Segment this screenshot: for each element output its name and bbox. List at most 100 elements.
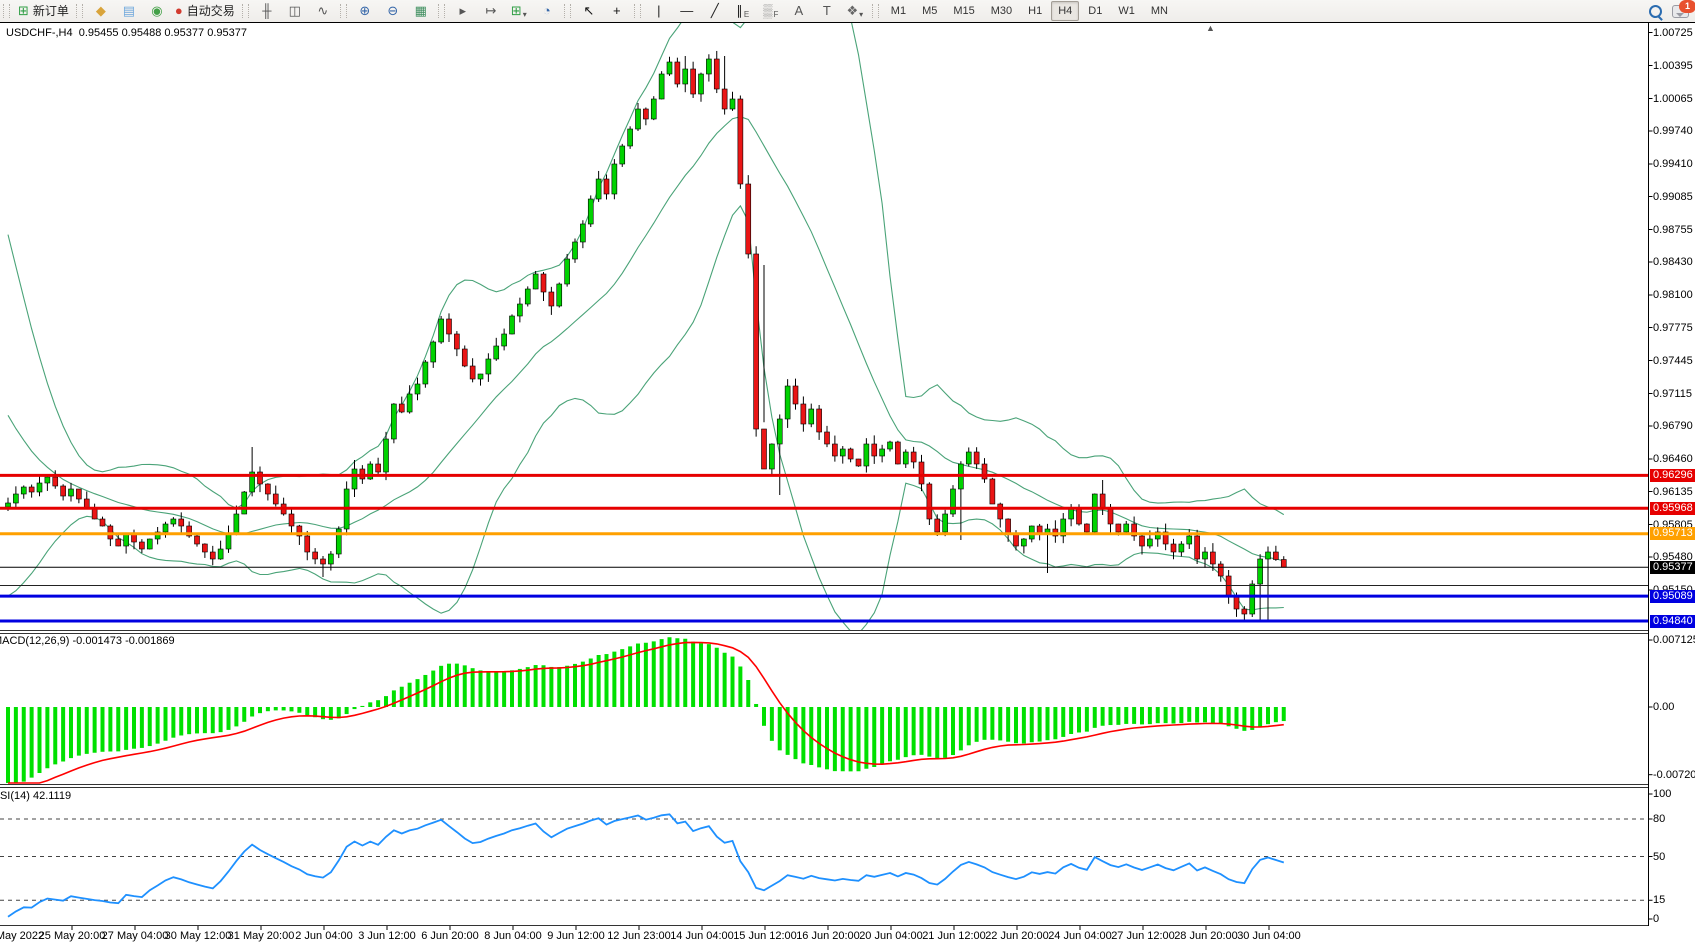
candle-body [1195, 536, 1200, 559]
equidistant-channel-icon[interactable]: ∥E [730, 1, 756, 21]
candle-body [990, 479, 995, 504]
toolbar-group-grip [3, 4, 10, 18]
new-order-button[interactable]: ⊞新订单 [15, 1, 72, 21]
fibonacci-icon[interactable]: ▒F [758, 1, 784, 21]
candle-body [1273, 552, 1278, 560]
candle-body [714, 59, 719, 89]
zoom-out-icon[interactable]: ⊖ [380, 1, 406, 21]
candle-body [391, 404, 396, 439]
timeframe-h1[interactable]: H1 [1021, 1, 1049, 21]
new-order-icon: ⊞ [18, 2, 29, 20]
candle-body [470, 366, 475, 379]
timeframe-m5[interactable]: M5 [915, 1, 944, 21]
period-clock-icon[interactable]: ◔ [534, 1, 560, 21]
candle-body [1006, 519, 1011, 534]
candlestick-chart-icon[interactable]: ◫ [282, 1, 308, 21]
candle-body [218, 549, 223, 559]
candle-body [1179, 544, 1184, 552]
auto-scroll-icon[interactable]: ▸ [450, 1, 476, 21]
timeframe-d1[interactable]: D1 [1081, 1, 1109, 21]
candle-body [730, 99, 735, 109]
crosshair-icon[interactable]: + [604, 1, 630, 21]
candle-body [683, 69, 688, 84]
publisher-icon: ▤ [123, 2, 135, 20]
candle-body [415, 384, 420, 394]
candle-body [21, 487, 26, 494]
time-label: 8 Jun 04:00 [484, 930, 542, 942]
price-tick: 1.00395 [1653, 60, 1693, 72]
notifications-button[interactable]: 1 [1672, 5, 1689, 18]
candle-body [171, 519, 176, 524]
text-label-icon: T [823, 2, 831, 20]
cursor-icon: ↖ [583, 2, 594, 20]
candle-body [565, 259, 570, 284]
price-tick: 0.97775 [1653, 322, 1693, 334]
timeframe-m30[interactable]: M30 [984, 1, 1019, 21]
toolbar-group-grip [438, 4, 445, 18]
candle-body [1147, 539, 1152, 546]
time-label: 22 Jun 20:00 [985, 930, 1049, 942]
timeframe-m1[interactable]: M1 [884, 1, 913, 21]
search-icon[interactable] [1649, 5, 1662, 18]
trendline-icon[interactable]: ╱ [702, 1, 728, 21]
candle-body [1021, 539, 1026, 546]
shapes-icon[interactable]: ❖▾ [842, 1, 868, 21]
text-label-icon[interactable]: T [814, 1, 840, 21]
timeframe-h4[interactable]: H4 [1051, 1, 1079, 21]
candle-body [305, 536, 310, 552]
candle-body [1108, 509, 1113, 524]
time-label: 30 May 12:00 [165, 930, 232, 942]
price-tick: 0.96790 [1653, 420, 1693, 432]
candle-body [628, 129, 633, 146]
price-tick: 1.00725 [1653, 27, 1693, 39]
toolbar-group-grip [242, 4, 249, 18]
candle-body [801, 404, 806, 424]
zoom-in-icon[interactable]: ⊕ [352, 1, 378, 21]
tile-windows-icon[interactable]: ▦ [408, 1, 434, 21]
line-chart-icon[interactable]: ∿ [310, 1, 336, 21]
candle-body [37, 483, 42, 492]
news-radar-icon[interactable]: ◉ [144, 1, 170, 21]
candle-body [423, 362, 428, 384]
time-label: May 2022 [0, 930, 44, 942]
equidistant-channel-icon: ∥ [736, 2, 743, 20]
candle-body [525, 289, 530, 304]
candle-body [832, 444, 837, 456]
chart-title: USDCHF-,H4 0.95455 0.95488 0.95377 0.953… [6, 27, 247, 39]
candle-body [431, 342, 436, 362]
publisher-icon[interactable]: ▤ [116, 1, 142, 21]
price-tick: 0.99085 [1653, 191, 1693, 203]
new-chart-icon[interactable]: ⊞▾ [506, 1, 532, 21]
time-label: 31 May 20:00 [228, 930, 295, 942]
candles [6, 51, 1287, 622]
rsi-group [8, 814, 1284, 916]
candle-body [517, 304, 522, 316]
vertical-line-icon[interactable]: | [646, 1, 672, 21]
chart-window[interactable]: USDCHF-,H4 0.95455 0.95488 0.95377 0.953… [0, 22, 1695, 946]
horizontal-line-icon[interactable]: — [674, 1, 700, 21]
chart-canvas[interactable] [0, 22, 1695, 946]
price-label-box: 0.95089 [1650, 590, 1695, 603]
cursor-icon[interactable]: ↖ [576, 1, 602, 21]
chart-shift-icon: ↦ [485, 2, 496, 20]
candle-body [1140, 536, 1145, 546]
candle-body [179, 519, 184, 526]
autotrading-button[interactable]: ●自动交易 [172, 1, 238, 21]
candle-body [376, 464, 381, 472]
candle-body [793, 386, 798, 404]
news-radar-icon: ◉ [151, 2, 162, 20]
crosshair-icon: + [613, 2, 621, 20]
price-label-box: 0.95377 [1650, 561, 1695, 574]
candle-body [966, 452, 971, 464]
chart-shift-icon[interactable]: ↦ [478, 1, 504, 21]
bar-chart-icon[interactable]: ╫ [254, 1, 280, 21]
timeframe-mn[interactable]: MN [1144, 1, 1175, 21]
candle-body [226, 534, 231, 549]
timeframe-m15[interactable]: M15 [946, 1, 981, 21]
timeframe-w1[interactable]: W1 [1111, 1, 1142, 21]
horizontal-line-icon: — [680, 2, 693, 20]
text-icon[interactable]: A [786, 1, 812, 21]
alerts-icon[interactable]: ◆ [88, 1, 114, 21]
candle-body [210, 552, 215, 559]
candle-body [856, 459, 861, 466]
